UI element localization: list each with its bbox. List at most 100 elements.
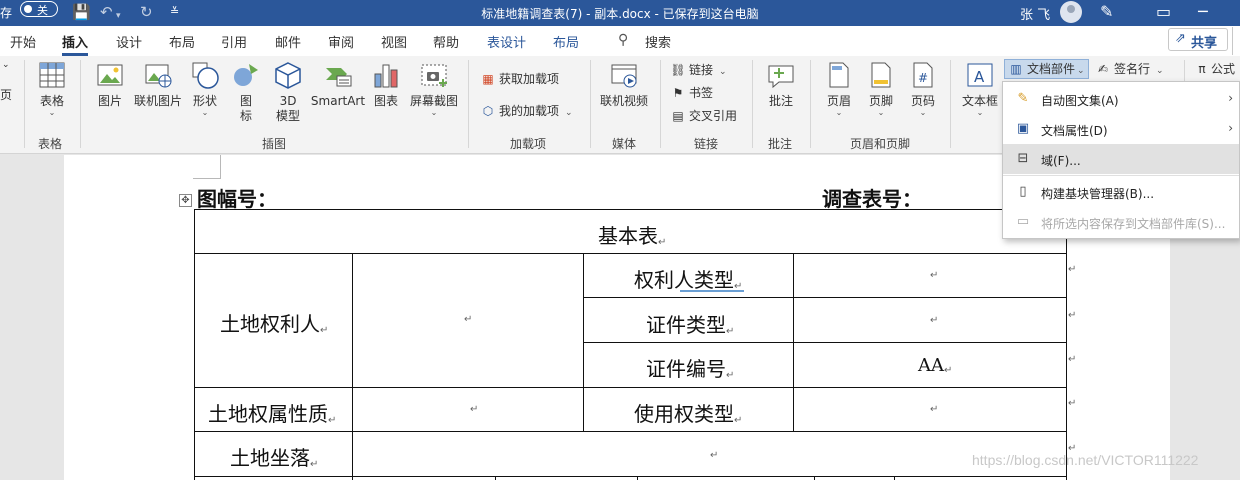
cell-empty[interactable]: ↵: [930, 313, 938, 326]
cell-empty[interactable]: ↵: [930, 268, 938, 281]
3d-label-1: 3D: [279, 94, 297, 108]
chevron-down-icon: ⌄: [976, 108, 984, 117]
picture-label: 图片: [97, 94, 122, 108]
document-property-icon: ▣: [1016, 121, 1030, 136]
tab-search[interactable]: 搜索: [645, 32, 671, 51]
cell-basic-table[interactable]: 基本表↵: [598, 220, 666, 249]
document-title: 标准地籍调查表(7) - 副本.docx - 已保存到这台电脑: [481, 7, 759, 21]
menu-item-document-property[interactable]: ▣ 文档属性(D) ›: [1003, 114, 1239, 144]
window-controls: ▭ ─: [1140, 2, 1240, 24]
menu-item-autotext[interactable]: ✎ 自动图文集(A) ›: [1003, 84, 1239, 114]
share-button[interactable]: ⇗ 共享: [1168, 28, 1228, 51]
tab-insert[interactable]: 插入: [62, 32, 89, 56]
bookmark-button[interactable]: ⚑ 书签: [670, 84, 713, 104]
menu-item-save-to-gallery[interactable]: ▭ 将所选内容保存到文档部件库(S)...: [1003, 207, 1239, 237]
avatar[interactable]: [1060, 1, 1082, 23]
cube-icon: [275, 62, 301, 89]
cell-location[interactable]: 土地坐落↵: [230, 442, 318, 471]
tab-table-design[interactable]: 表设计: [487, 32, 526, 51]
tab-home[interactable]: 开始: [10, 32, 36, 51]
header-icon: [829, 62, 849, 88]
smartart-button[interactable]: SmartArt: [310, 60, 366, 109]
equation-button[interactable]: π 公式: [1196, 60, 1235, 80]
my-addins-button[interactable]: ⬡ 我的加载项 ⌄: [480, 102, 573, 122]
watermark: https://blog.csdn.net/VICTOR111222: [972, 452, 1199, 468]
group-label-header-footer: 页眉和页脚: [850, 137, 911, 151]
footer-button[interactable]: 页脚 ⌄: [864, 60, 898, 117]
online-picture-button[interactable]: 联机图片: [132, 60, 184, 109]
menu-item-label: 域(F)...: [1041, 154, 1081, 168]
get-addins-label: 获取加载项: [499, 72, 560, 86]
quick-parts-button[interactable]: ▥ 文档部件 ⌄: [1004, 59, 1089, 79]
cross-reference-button[interactable]: ▤ 交叉引用: [670, 107, 737, 127]
pen-icon[interactable]: ✎: [1100, 2, 1113, 21]
tab-table-layout[interactable]: 布局: [553, 32, 579, 51]
cell-empty[interactable]: ↵: [710, 448, 718, 461]
screenshot-button[interactable]: 屏幕截图 ⌄: [408, 60, 460, 117]
cell-land-owner[interactable]: 土地权利人↵: [220, 308, 328, 337]
tab-design[interactable]: 设计: [116, 32, 142, 51]
search-icon[interactable]: ⚲: [618, 32, 628, 48]
tab-references[interactable]: 引用: [221, 32, 247, 51]
minimize-icon[interactable]: ─: [1198, 2, 1208, 21]
online-video-button[interactable]: 联机视频: [598, 60, 650, 109]
textbox-button[interactable]: A 文本框 ⌄: [960, 60, 1000, 117]
comment-button[interactable]: 批注: [762, 60, 800, 109]
user-name[interactable]: 张 飞: [1020, 4, 1050, 23]
3d-models-button[interactable]: 3D 模型: [272, 60, 304, 124]
cell-cert-no[interactable]: 证件编号↵: [646, 353, 734, 382]
shapes-label: 形状: [192, 94, 217, 108]
tab-layout[interactable]: 布局: [169, 32, 195, 51]
save-icon: ▭: [1016, 214, 1030, 229]
cell-empty[interactable]: ↵: [470, 402, 478, 415]
chevron-down-icon: ⌄: [1077, 66, 1085, 76]
header-button[interactable]: 页眉 ⌄: [822, 60, 856, 117]
table-move-handle[interactable]: ✥: [179, 194, 192, 207]
cell-empty[interactable]: ↵: [464, 312, 472, 325]
video-icon: [611, 64, 637, 88]
icons-button[interactable]: 图 标: [230, 60, 262, 124]
share-label: 共享: [1191, 36, 1218, 51]
svg-text:A: A: [974, 68, 985, 86]
pages-group-stub[interactable]: 页: [0, 86, 12, 106]
table-label: 表格: [39, 94, 64, 108]
cell-cert-no-value[interactable]: AA↵: [918, 355, 952, 376]
group-separator: [80, 60, 81, 148]
share-icon: ⇗: [1175, 31, 1186, 46]
screenshot-label: 屏幕截图: [409, 94, 458, 108]
cell-ownership[interactable]: 土地权属性质↵: [208, 398, 336, 427]
building-blocks-icon: ▯: [1019, 184, 1027, 199]
smartart-icon: [326, 68, 352, 87]
textbox-label: 文本框: [961, 94, 998, 108]
group-separator: [660, 60, 661, 148]
comments-button-edge[interactable]: [1232, 27, 1240, 55]
menu-item-field[interactable]: ⊟ 域(F)...: [1003, 144, 1239, 174]
spelling-underline: [680, 290, 744, 292]
tab-help[interactable]: 帮助: [433, 32, 459, 51]
cell-owner-type[interactable]: 权利人类型↵: [634, 264, 742, 293]
picture-button[interactable]: 图片: [94, 60, 126, 109]
table-button[interactable]: 表格 ⌄: [34, 60, 70, 117]
signature-line-button[interactable]: ✍ 签名行 ⌄: [1095, 60, 1164, 80]
chart-button[interactable]: 图表: [370, 60, 402, 109]
cell-use-type[interactable]: 使用权类型↵: [634, 398, 742, 427]
get-addins-button[interactable]: ▦ 获取加载项: [480, 70, 559, 90]
screenshot-icon: [421, 64, 447, 87]
shapes-button[interactable]: 形状 ⌄: [189, 60, 221, 117]
tab-mailings[interactable]: 邮件: [275, 32, 301, 51]
link-button[interactable]: ⛓ 链接 ⌄: [670, 61, 726, 81]
tab-review[interactable]: 审阅: [328, 32, 354, 51]
chart-label: 图表: [373, 94, 398, 108]
cell-cert-type[interactable]: 证件类型↵: [646, 309, 734, 338]
tab-view[interactable]: 视图: [381, 32, 407, 51]
page-number-button[interactable]: # 页码 ⌄: [906, 60, 940, 117]
map-number-label: 图幅号：: [197, 187, 277, 211]
end-of-row-mark: ↵: [1068, 310, 1077, 321]
chevron-down-icon: ⌄: [919, 108, 927, 117]
menu-item-building-blocks[interactable]: ▯ 构建基块管理器(B)...: [1003, 177, 1239, 207]
icons-icon: [234, 64, 258, 86]
cell-empty[interactable]: ↵: [930, 402, 938, 415]
ribbon-display-icon[interactable]: ▭: [1156, 2, 1171, 21]
group-label-addins: 加载项: [510, 137, 547, 151]
menu-item-label: 将所选内容保存到文档部件库(S)...: [1041, 217, 1226, 231]
